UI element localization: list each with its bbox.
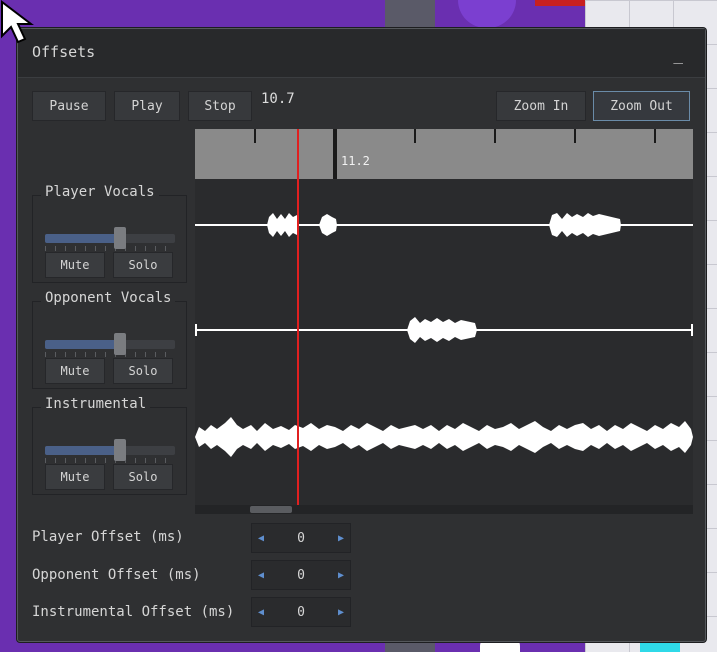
triangle-right-icon[interactable]: ▶ — [332, 524, 350, 552]
mute-button[interactable]: Mute — [45, 252, 105, 278]
window-titlebar[interactable]: Offsets _ — [18, 29, 705, 78]
horizontal-scrollbar[interactable] — [195, 505, 693, 514]
zoom-in-button[interactable]: Zoom In — [496, 91, 586, 121]
track-label: Player Vocals — [41, 184, 159, 200]
player-offset-value[interactable]: 0 — [270, 524, 332, 552]
slider-ticks — [45, 352, 175, 357]
volume-slider-handle[interactable] — [114, 227, 126, 249]
window-title: Offsets — [32, 43, 96, 61]
triangle-left-icon[interactable]: ◀ — [252, 598, 270, 626]
background-red-bar — [535, 0, 585, 6]
zoom-out-button[interactable]: Zoom Out — [593, 91, 690, 121]
triangle-left-icon[interactable]: ◀ — [252, 561, 270, 589]
volume-fill — [45, 340, 120, 349]
stop-button[interactable]: Stop — [188, 91, 252, 121]
track-label: Instrumental — [41, 396, 151, 412]
mute-button[interactable]: Mute — [45, 464, 105, 490]
track-panel-instrumental: Instrumental Mute Solo — [32, 396, 187, 495]
player-offset-label: Player Offset (ms) — [32, 529, 184, 545]
waveform-opponent-vocals — [195, 317, 693, 343]
solo-button[interactable]: Solo — [113, 252, 173, 278]
background-strip-top — [385, 0, 435, 30]
triangle-left-icon[interactable]: ◀ — [252, 524, 270, 552]
solo-button[interactable]: Solo — [113, 358, 173, 384]
timeline-marker-label: 11.2 — [341, 154, 370, 168]
volume-fill — [45, 234, 120, 243]
waveform-instrumental — [195, 417, 693, 457]
volume-slider-handle[interactable] — [114, 439, 126, 461]
volume-slider-handle[interactable] — [114, 333, 126, 355]
waveform-player-vocals — [195, 213, 693, 237]
opponent-offset-stepper[interactable]: ◀ 0 ▶ — [251, 560, 351, 590]
opponent-offset-value[interactable]: 0 — [270, 561, 332, 589]
triangle-right-icon[interactable]: ▶ — [332, 598, 350, 626]
mute-button[interactable]: Mute — [45, 358, 105, 384]
volume-slider[interactable] — [45, 446, 175, 455]
play-button[interactable]: Play — [114, 91, 180, 121]
instrumental-offset-label: Instrumental Offset (ms) — [32, 604, 235, 620]
slider-ticks — [45, 246, 175, 251]
scrollbar-thumb[interactable] — [250, 506, 292, 513]
track-panel-opponent-vocals: Opponent Vocals Mute Solo — [32, 290, 187, 389]
time-display: 10.7 — [261, 91, 295, 107]
instrumental-offset-value[interactable]: 0 — [270, 598, 332, 626]
arrow-cursor-icon — [0, 0, 34, 44]
background-character — [458, 0, 516, 28]
waveforms — [195, 213, 693, 457]
timeline-ruler[interactable]: 11.2 — [195, 129, 693, 179]
opponent-offset-label: Opponent Offset (ms) — [32, 567, 201, 583]
volume-slider[interactable] — [45, 340, 175, 349]
volume-slider[interactable] — [45, 234, 175, 243]
playhead[interactable] — [297, 129, 299, 505]
solo-button[interactable]: Solo — [113, 464, 173, 490]
track-panel-player-vocals: Player Vocals Mute Solo — [32, 184, 187, 283]
pause-button[interactable]: Pause — [32, 91, 106, 121]
ruler-ticks — [254, 129, 656, 179]
slider-ticks — [45, 458, 175, 463]
volume-fill — [45, 446, 120, 455]
offsets-window: Offsets _ Pause Play Stop 10.7 Zoom In Z… — [17, 28, 706, 642]
track-label: Opponent Vocals — [41, 290, 176, 306]
triangle-right-icon[interactable]: ▶ — [332, 561, 350, 589]
instrumental-offset-stepper[interactable]: ◀ 0 ▶ — [251, 597, 351, 627]
minimize-button[interactable]: _ — [673, 45, 683, 64]
player-offset-stepper[interactable]: ◀ 0 ▶ — [251, 523, 351, 553]
